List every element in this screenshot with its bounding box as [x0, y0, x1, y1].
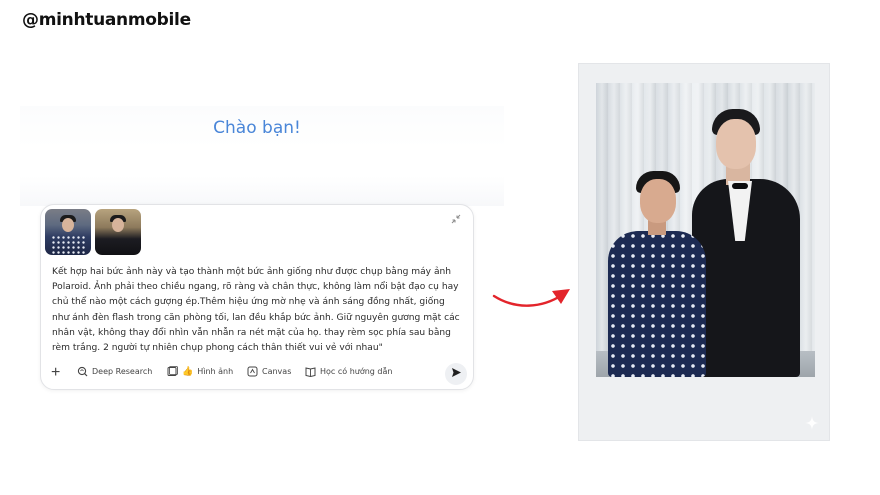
deep-research-label: Deep Research — [92, 367, 153, 376]
deep-research-icon — [77, 366, 88, 377]
canvas-button[interactable]: Canvas — [247, 366, 291, 377]
image-icon — [167, 366, 178, 377]
send-icon — [451, 365, 462, 383]
curved-arrow-icon — [490, 286, 574, 321]
guided-learning-label: Học có hướng dẫn — [320, 367, 393, 376]
book-icon — [305, 366, 316, 377]
deep-research-button[interactable]: Deep Research — [77, 366, 152, 377]
greeting-text: Chào bạn! — [213, 118, 301, 138]
attachment-thumbnail-man[interactable] — [95, 209, 141, 255]
prompt-composer[interactable]: Kết hợp hai bức ảnh này và tạo thành một… — [40, 204, 474, 390]
polaroid-photo — [596, 83, 815, 377]
account-handle: @minhtuanmobile — [22, 10, 191, 30]
thumbs-up-icon: 👍 — [182, 366, 194, 377]
plus-icon[interactable]: + — [51, 363, 60, 383]
collapse-icon[interactable] — [451, 214, 461, 224]
sparkle-icon — [805, 416, 819, 430]
composer-toolbar: + Deep Research 👍 Hình ảnh Canvas Học có… — [41, 363, 473, 385]
polaroid-result-image — [578, 63, 830, 441]
image-label: Hình ảnh — [197, 367, 234, 376]
image-button[interactable]: 👍 Hình ảnh — [167, 366, 233, 377]
canvas-icon — [247, 366, 258, 377]
send-button[interactable] — [445, 363, 467, 385]
guided-learning-button[interactable]: Học có hướng dẫn — [305, 366, 392, 377]
composer-band — [20, 176, 504, 206]
canvas-label: Canvas — [262, 367, 292, 376]
page: @minhtuanmobile Chào bạn! Kết hợp hai bứ… — [0, 0, 880, 495]
attachment-thumbnail-boy[interactable] — [45, 209, 91, 255]
greeting-band — [20, 106, 504, 176]
prompt-input[interactable]: Kết hợp hai bức ảnh này và tạo thành một… — [52, 265, 462, 356]
